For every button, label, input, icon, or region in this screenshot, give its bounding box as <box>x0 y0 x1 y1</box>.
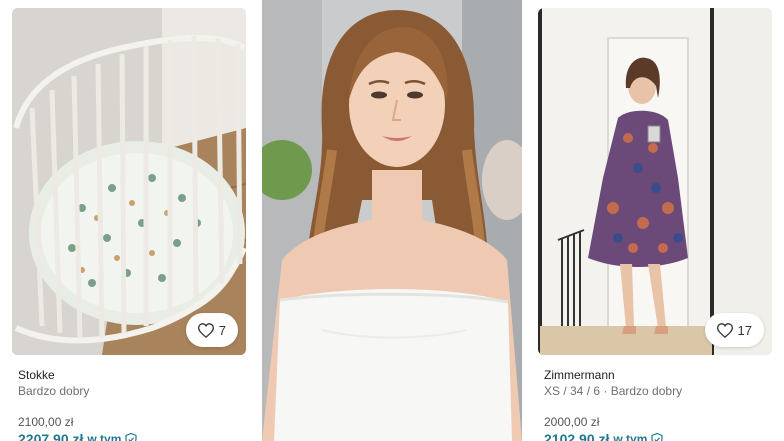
favorite-count: 7 <box>218 322 226 338</box>
shield-check-icon <box>651 432 664 441</box>
listing-photo-crib[interactable]: 7 <box>12 8 246 355</box>
total-price-row[interactable]: 2102,90 zł w tym <box>544 430 770 441</box>
listing-details: XS / 34 / 6 · Bardzo dobry <box>544 384 683 398</box>
listing-price: 2100,00 zł <box>18 415 74 429</box>
screenshot-collage: 7 Stokke Bardzo dobry 2100,00 zł 2207,90… <box>0 0 784 441</box>
total-price-note: w tym <box>87 432 122 441</box>
favorite-count: 17 <box>737 322 752 338</box>
total-price-note: w tym <box>613 432 648 441</box>
listing-info: Zimmermann XS / 34 / 6 · Bardzo dobry 20… <box>538 355 774 441</box>
shield-check-icon <box>125 432 138 441</box>
portrait-illustration <box>262 0 522 441</box>
listing-price: 2000,00 zł <box>544 415 600 429</box>
favorite-button[interactable]: 7 <box>185 313 238 347</box>
listing-brand[interactable]: Zimmermann <box>544 367 770 383</box>
total-price: 2102,90 zł <box>544 431 610 441</box>
total-price: 2207,90 zł <box>18 431 84 441</box>
listing-photo-dress[interactable]: 17 <box>538 8 772 355</box>
favorite-button[interactable]: 17 <box>704 313 764 347</box>
heart-icon <box>197 322 214 338</box>
listing-card-zimmermann[interactable]: 17 Zimmermann XS / 34 / 6 · Bardzo dobry… <box>538 8 774 441</box>
dress-illustration <box>538 8 772 355</box>
listing-brand[interactable]: Stokke <box>18 367 244 383</box>
total-price-row[interactable]: 2207,90 zł w tym <box>18 430 244 441</box>
listing-info: Stokke Bardzo dobry 2100,00 zł 2207,90 z… <box>12 355 248 441</box>
heart-icon <box>716 322 733 338</box>
listing-card-stokke[interactable]: 7 Stokke Bardzo dobry 2100,00 zł 2207,90… <box>12 8 248 441</box>
portrait-photo <box>262 0 522 441</box>
crib-illustration <box>12 8 246 355</box>
listing-details: Bardzo dobry <box>18 384 90 398</box>
